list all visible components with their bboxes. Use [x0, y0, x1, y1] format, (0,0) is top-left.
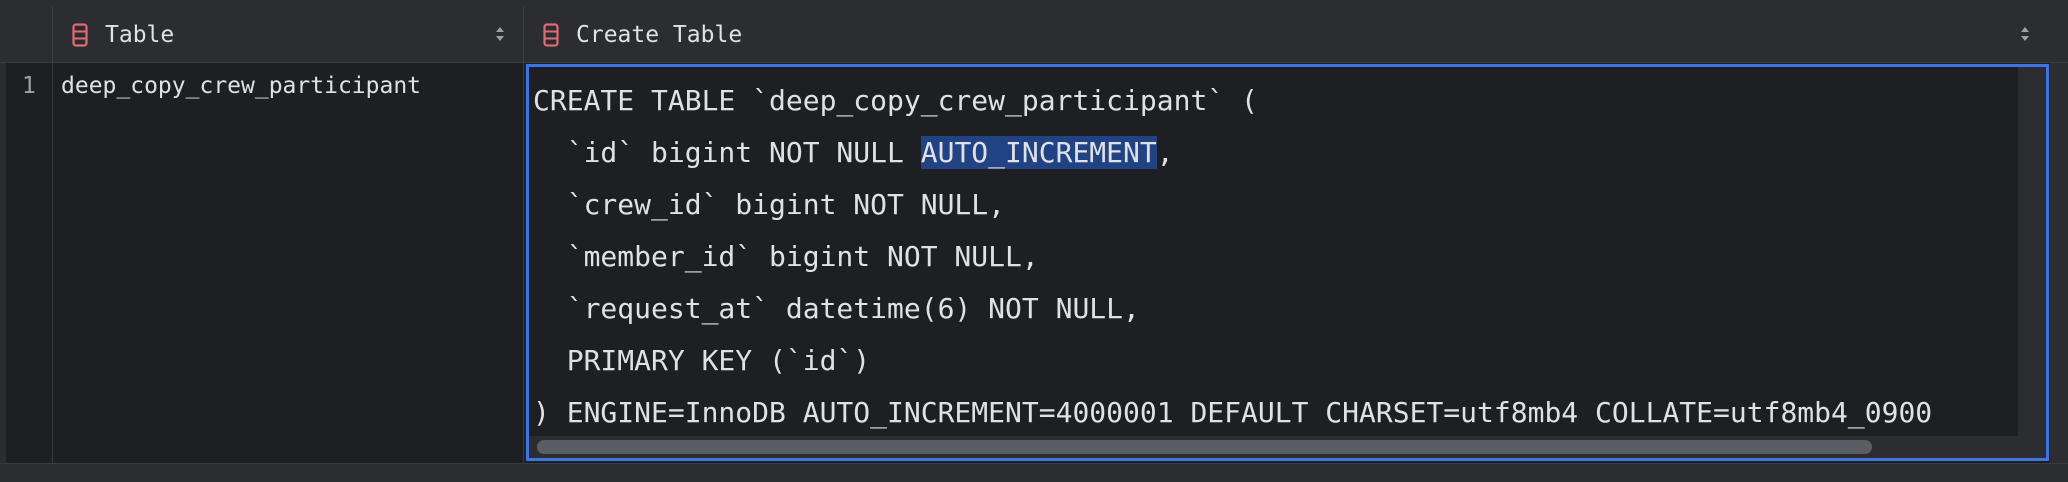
selected-text: AUTO_INCREMENT: [920, 136, 1157, 169]
vertical-scrollbar[interactable]: [2018, 67, 2046, 458]
code-line: `id` bigint NOT NULL: [533, 136, 921, 169]
results-header: Table Create Table: [0, 6, 2068, 63]
sort-icon[interactable]: [2018, 24, 2032, 44]
column-label: Table: [105, 21, 175, 48]
row-number-header: [6, 6, 53, 63]
row-number: 1: [22, 73, 36, 99]
column-icon: [69, 22, 91, 48]
row-number-column: 1: [6, 63, 53, 463]
bottom-bar: [0, 463, 2068, 482]
code-line: `member_id` bigint NOT NULL,: [533, 240, 1039, 273]
sort-icon[interactable]: [493, 24, 507, 44]
results-grid: 1 deep_copy_crew_participant CREATE TABL…: [0, 63, 2068, 463]
column-header-create-table[interactable]: Create Table: [524, 6, 2048, 63]
code-line: ,: [1156, 136, 1174, 169]
column-header-table[interactable]: Table: [53, 6, 524, 63]
grid-right-gutter: [2050, 63, 2068, 463]
horizontal-scrollbar-thumb[interactable]: [537, 440, 1872, 454]
table-name-value: deep_copy_crew_participant: [61, 73, 422, 99]
code-line: `request_at` datetime(6) NOT NULL,: [533, 292, 1140, 325]
code-text[interactable]: CREATE TABLE `deep_copy_crew_participant…: [533, 75, 1932, 439]
table-name-cell[interactable]: deep_copy_crew_participant: [53, 63, 524, 463]
column-label: Create Table: [576, 21, 743, 48]
code-line: CREATE TABLE `deep_copy_crew_participant…: [533, 84, 1258, 117]
code-line: PRIMARY KEY (`id`): [533, 344, 871, 377]
horizontal-scrollbar[interactable]: [529, 436, 2046, 458]
column-icon: [540, 22, 562, 48]
create-table-editor[interactable]: CREATE TABLE `deep_copy_crew_participant…: [526, 64, 2049, 461]
code-line: `crew_id` bigint NOT NULL,: [533, 188, 1006, 221]
code-line: ) ENGINE=InnoDB AUTO_INCREMENT=4000001 D…: [533, 396, 1933, 429]
